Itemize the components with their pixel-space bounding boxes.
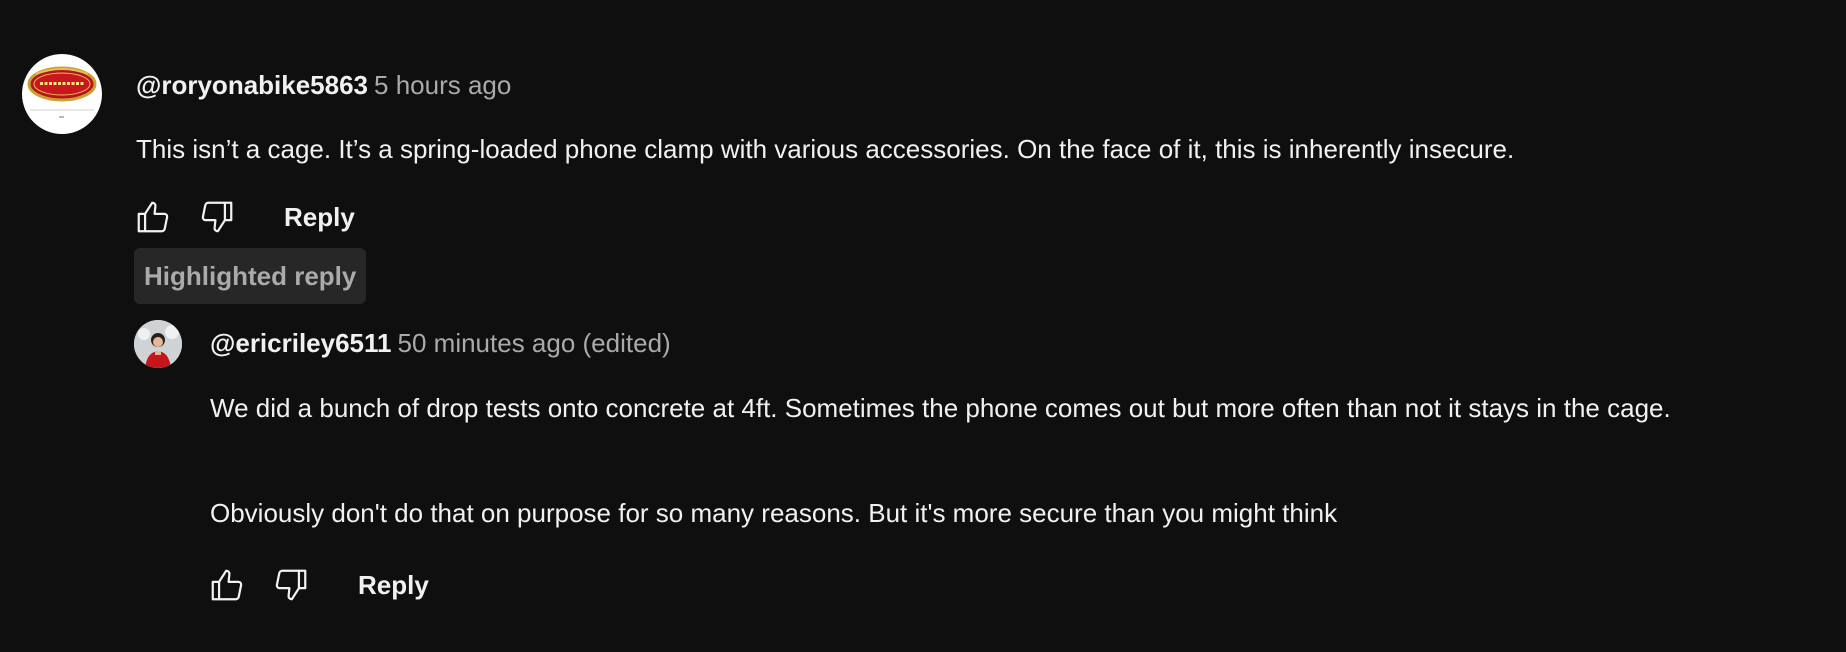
- reply-author-handle[interactable]: @ericriley6511: [210, 328, 392, 358]
- thumb-up-icon: [211, 569, 243, 601]
- reply-avatar[interactable]: [134, 320, 182, 368]
- comment-header: @roryonabike5863 5 hours ago: [136, 70, 511, 100]
- like-button[interactable]: [132, 196, 174, 238]
- thumb-down-icon: [201, 201, 233, 233]
- comment-timestamp[interactable]: 5 hours ago: [374, 70, 511, 100]
- thumb-down-icon: [275, 569, 307, 601]
- avatar[interactable]: [22, 54, 102, 134]
- highlighted-reply-badge: Highlighted reply: [134, 248, 367, 304]
- reply-dislike-button[interactable]: [270, 564, 312, 606]
- person-avatar-icon: [134, 320, 182, 368]
- reply-actions: Reply: [206, 564, 429, 606]
- reply-text-line-2: Obviously don't do that on purpose for s…: [210, 498, 1338, 528]
- reply-timestamp[interactable]: 50 minutes ago (edited): [398, 328, 671, 358]
- reply-reply-button[interactable]: Reply: [358, 570, 429, 601]
- reply-button[interactable]: Reply: [284, 202, 355, 233]
- reply-text-line-1: We did a bunch of drop tests onto concre…: [210, 393, 1671, 423]
- thumb-up-icon: [137, 201, 169, 233]
- dislike-button[interactable]: [196, 196, 238, 238]
- reply-header: @ericriley6511 50 minutes ago (edited): [210, 328, 671, 358]
- moto-guzzi-logo-icon: [27, 66, 97, 118]
- comment-thread: @roryonabike5863 5 hours ago This isn’t a…: [0, 0, 1846, 652]
- reply-like-button[interactable]: [206, 564, 248, 606]
- comment-text: This isn’t a cage. It’s a spring-loaded …: [136, 134, 1515, 164]
- comment-author-handle[interactable]: @roryonabike5863: [136, 70, 368, 100]
- comment-actions: Reply: [132, 196, 355, 238]
